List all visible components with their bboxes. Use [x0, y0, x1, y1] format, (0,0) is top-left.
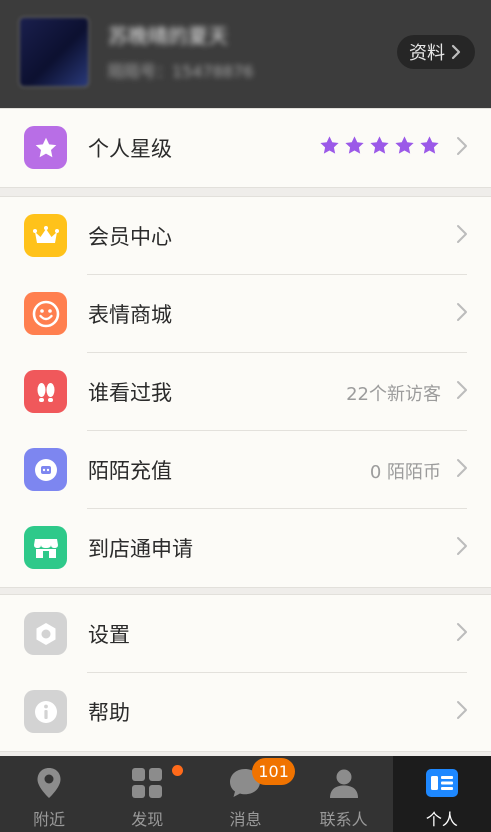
chevron-right-icon	[457, 303, 467, 321]
menu-item-label: 表情商城	[88, 303, 172, 327]
visitor-count: 22个新访客	[346, 384, 441, 405]
menu-item-vip-center[interactable]: 会员中心	[0, 197, 491, 275]
star-icon	[395, 136, 414, 154]
menu-item-store-application[interactable]: 到店通申请	[0, 509, 491, 587]
profile-header[interactable]: 苏晚晴的夏天 陌陌号：15478876 资料	[0, 0, 491, 108]
menu-item-recharge[interactable]: 陌陌充值 0 陌陌币	[0, 431, 491, 509]
menu-item-star-rating[interactable]: 个人星级	[0, 109, 491, 187]
tab-label: 个人	[425, 810, 458, 829]
tab-messages[interactable]: 101 消息	[196, 756, 295, 832]
menu-item-visitors[interactable]: 谁看过我 22个新访客	[0, 353, 491, 431]
chevron-right-icon	[457, 623, 467, 641]
chevron-right-icon	[457, 225, 467, 243]
star-icon	[345, 136, 364, 154]
menu-item-label: 到店通申请	[88, 537, 193, 561]
chevron-right-icon	[457, 537, 467, 555]
profile-details-label: 资料	[409, 43, 445, 64]
star-rating	[318, 134, 441, 157]
star-icon	[24, 126, 67, 169]
grid-icon	[131, 764, 163, 802]
tab-label: 附近	[33, 810, 66, 829]
location-pin-icon	[35, 764, 63, 802]
unread-badge: 101	[252, 758, 295, 785]
coin-balance: 0 陌陌币	[369, 462, 441, 483]
footprints-icon	[24, 370, 67, 413]
menu-item-label: 个人星级	[88, 137, 172, 161]
tab-label: 联系人	[319, 810, 368, 829]
tab-profile[interactable]: 个人	[392, 756, 491, 832]
settings-section: 设置 帮助	[0, 594, 491, 752]
coin-icon	[24, 448, 67, 491]
chevron-right-icon	[457, 137, 467, 155]
star-icon	[370, 136, 389, 154]
menu-item-sticker-store[interactable]: 表情商城	[0, 275, 491, 353]
menu-item-label: 设置	[88, 623, 130, 647]
notification-dot	[172, 765, 184, 776]
chevron-right-icon	[451, 44, 461, 60]
crown-icon	[24, 214, 67, 257]
star-icon	[420, 136, 439, 154]
star-icon	[320, 136, 339, 154]
tab-label: 消息	[229, 810, 262, 829]
smiley-icon	[24, 292, 67, 335]
profile-name: 苏晚晴的夏天	[108, 24, 228, 48]
menu-item-label: 帮助	[88, 701, 130, 725]
tab-discover[interactable]: 发现	[98, 756, 196, 832]
chevron-right-icon	[457, 381, 467, 399]
menu-item-label: 谁看过我	[88, 381, 172, 405]
info-icon	[24, 690, 67, 733]
tab-label: 发现	[131, 810, 164, 829]
profile-id: 陌陌号：15478876	[108, 62, 254, 81]
chevron-right-icon	[457, 701, 467, 719]
person-icon	[328, 764, 360, 802]
gear-icon	[24, 612, 67, 655]
tab-nearby[interactable]: 附近	[0, 756, 98, 832]
menu-item-help[interactable]: 帮助	[0, 673, 491, 751]
chevron-right-icon	[457, 459, 467, 477]
bottom-tab-bar: 附近 发现 101 消息 联系人 个人	[0, 756, 491, 832]
menu-item-label: 会员中心	[88, 225, 172, 249]
menu-item-settings[interactable]: 设置	[0, 595, 491, 673]
menu-item-label: 陌陌充值	[88, 459, 172, 483]
main-menu-section: 会员中心 表情商城 谁看过我 22个新访客 陌陌充值 0 陌陌币 到店通申请	[0, 196, 491, 588]
tab-contacts[interactable]: 联系人	[295, 756, 393, 832]
store-icon	[24, 526, 67, 569]
profile-card-icon	[425, 764, 459, 802]
profile-details-button[interactable]: 资料	[397, 35, 475, 69]
rating-section: 个人星级	[0, 108, 491, 188]
avatar[interactable]	[18, 16, 90, 88]
